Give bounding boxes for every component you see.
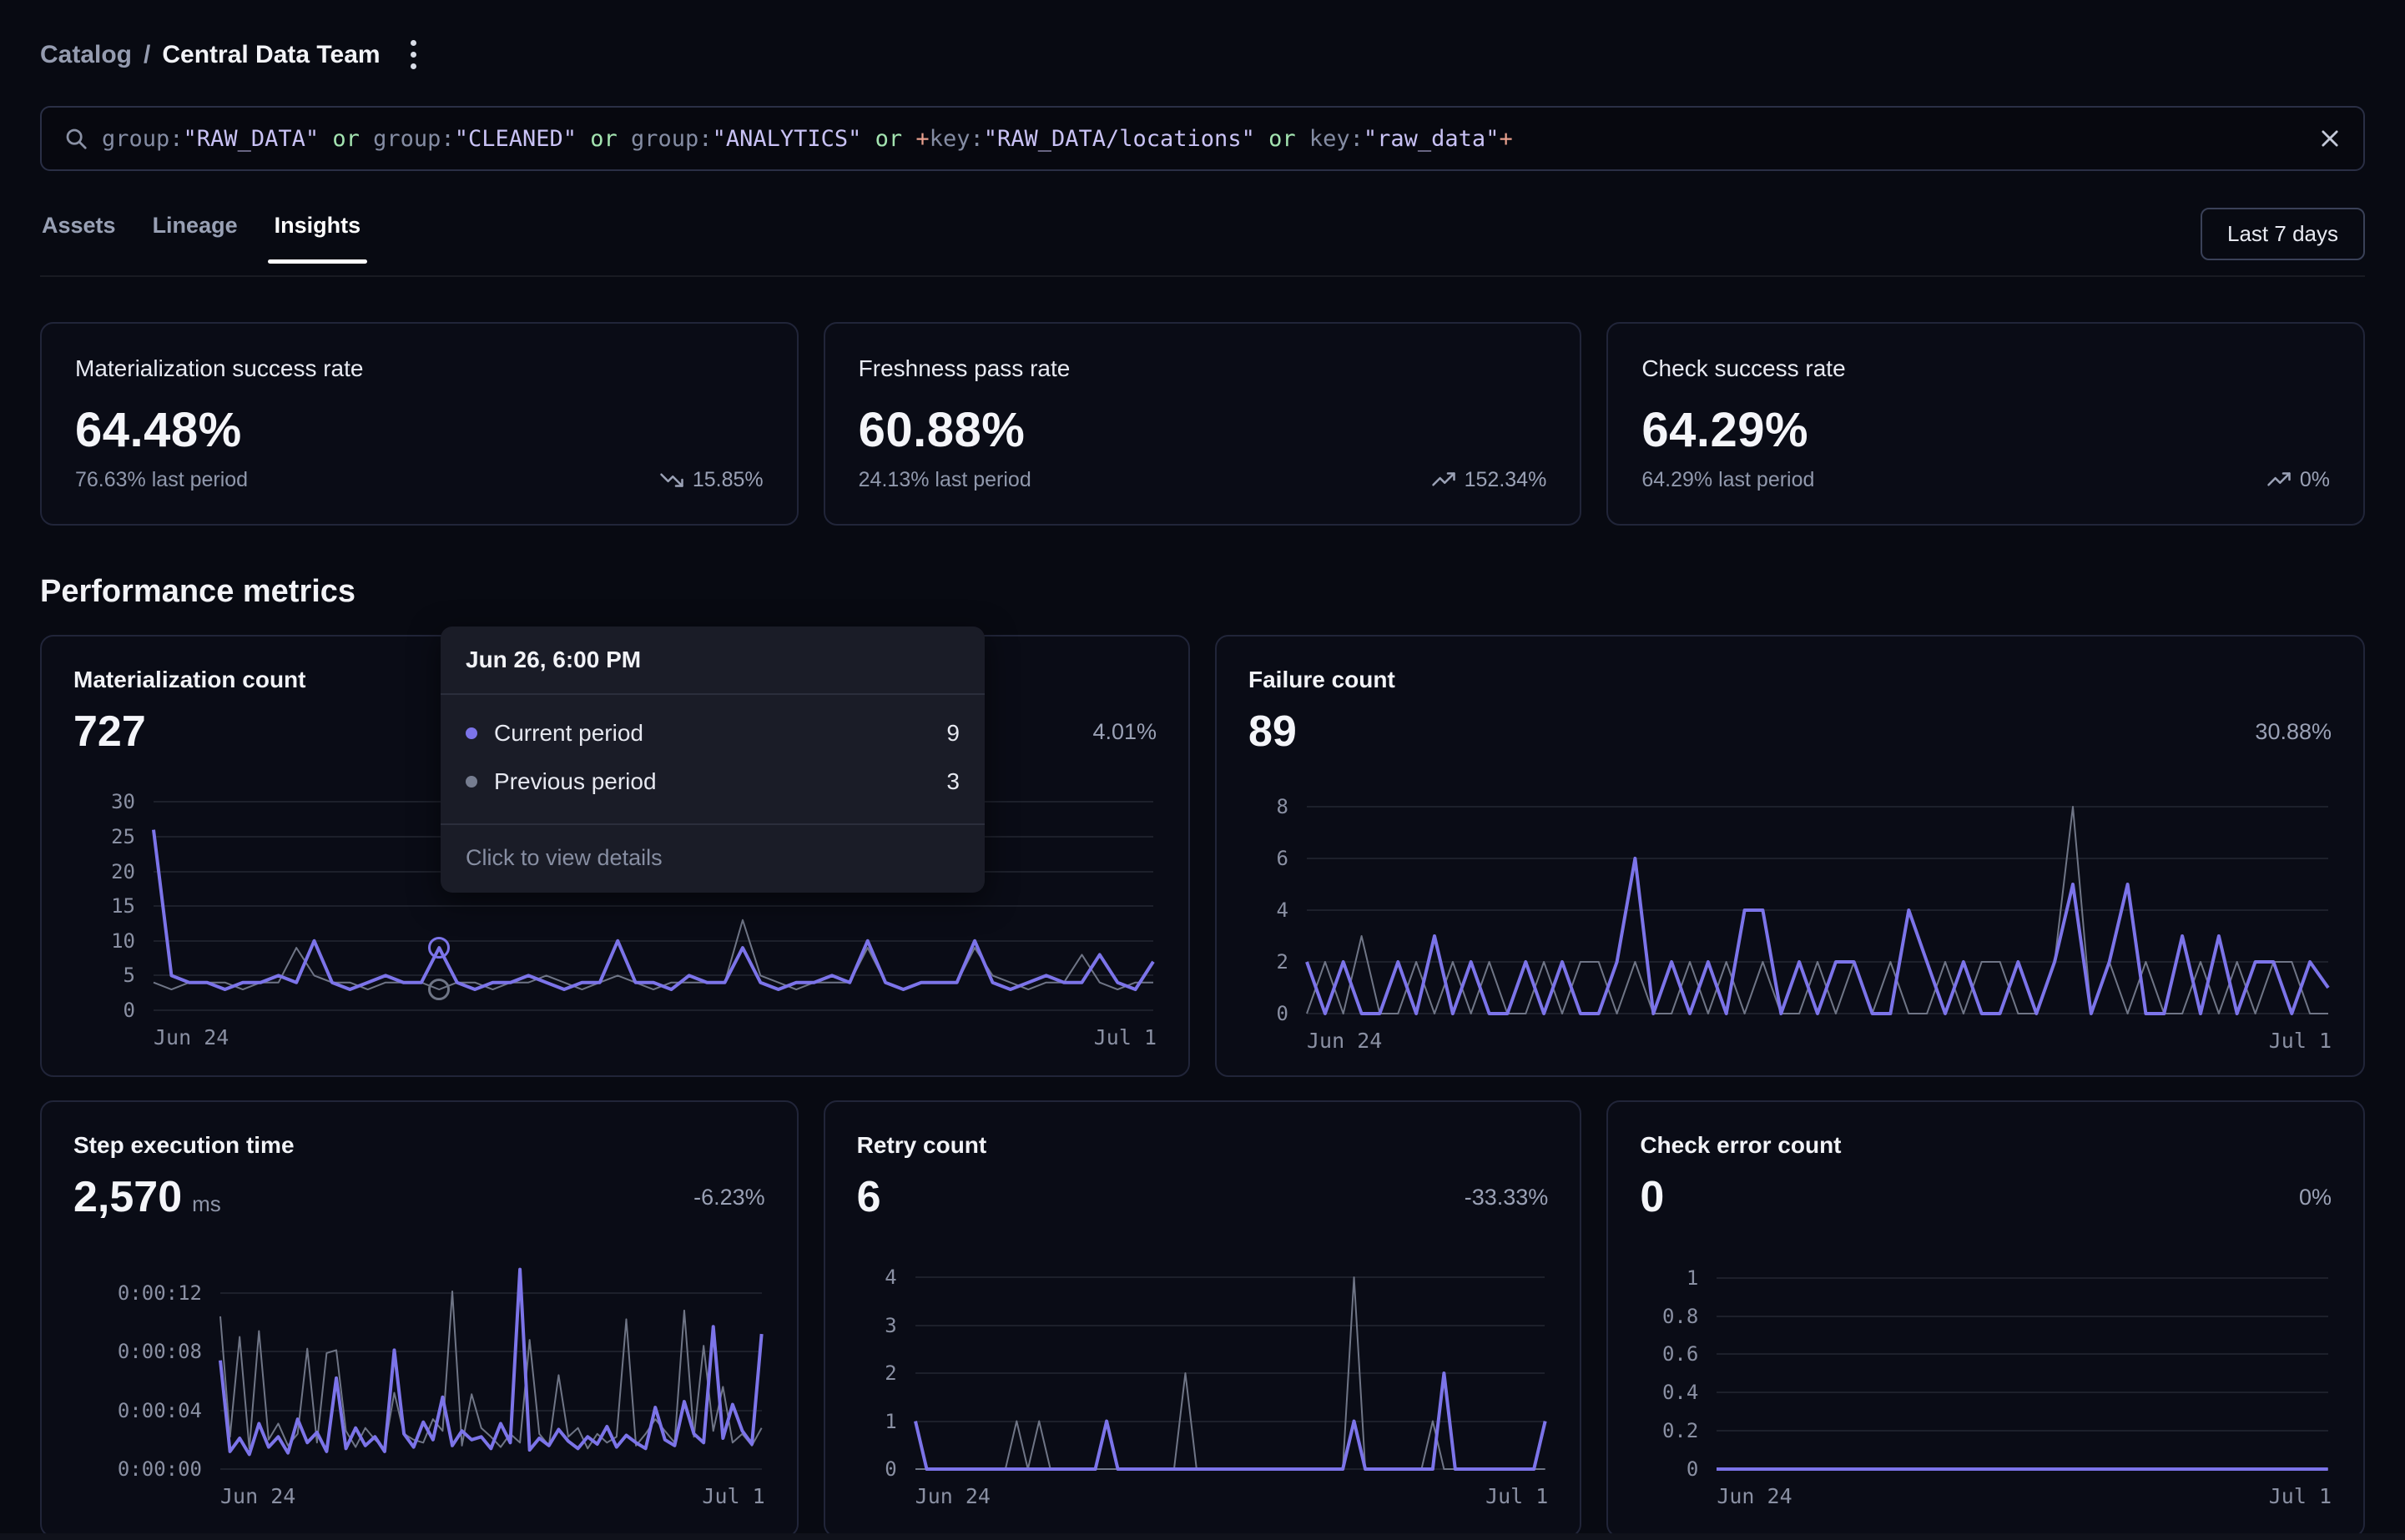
charts-row-1: Materialization count 727 4.01% 30252015… — [40, 635, 2365, 1077]
x-axis-end-label: Jul 1 — [2269, 1029, 2332, 1053]
step-execution-time-chart-card[interactable]: Step execution time 2,570 ms -6.23% 0:00… — [40, 1100, 799, 1537]
tab-assets[interactable]: Assets — [40, 208, 118, 262]
current-period-dot — [466, 727, 477, 739]
chart-value: 2,570 — [73, 1172, 182, 1222]
card-title: Materialization success rate — [75, 355, 764, 382]
materialization-count-chart-card[interactable]: Materialization count 727 4.01% 30252015… — [40, 635, 1190, 1077]
trend-indicator: 0% — [2266, 467, 2330, 492]
time-range-button[interactable]: Last 7 days — [2201, 208, 2365, 260]
trend-indicator: 152.34% — [1431, 467, 1547, 492]
last-period-text: 64.29% last period — [1641, 468, 1814, 492]
trending-up-icon — [1431, 467, 1456, 492]
x-axis-start-label: Jun 24 — [220, 1484, 295, 1508]
failure-count-chart-card[interactable]: Failure count 89 30.88% 86420 Jun 24 Jul… — [1215, 635, 2365, 1077]
trending-down-icon — [659, 467, 684, 492]
chart-value: 727 — [73, 707, 146, 757]
trend-delta: 0% — [2300, 468, 2330, 492]
card-value: 64.48% — [75, 402, 764, 458]
chart-value: 0 — [1640, 1172, 1664, 1222]
chart-title: Step execution time — [73, 1132, 765, 1159]
chart-plot[interactable]: 10.80.60.40.20 — [1717, 1261, 2328, 1469]
chart-plot[interactable]: 86420 — [1307, 795, 2328, 1014]
materialization-success-rate-card: Materialization success rate 64.48% 76.6… — [40, 322, 799, 526]
chart-delta: -33.33% — [1465, 1185, 1549, 1210]
tooltip-row-previous: Previous period 3 — [466, 768, 960, 795]
chart-delta: 0% — [2299, 1185, 2332, 1210]
trend-delta: 152.34% — [1465, 468, 1547, 492]
x-axis-end-label: Jul 1 — [2269, 1484, 2332, 1508]
retry-count-chart-card[interactable]: Retry count 6 -33.33% 43210 Jun 24 Jul 1 — [824, 1100, 1582, 1537]
x-axis-end-label: Jul 1 — [1094, 1025, 1157, 1049]
breadcrumb: Catalog / Central Data Team — [40, 33, 2365, 76]
chart-plot[interactable]: 43210 — [915, 1261, 1545, 1469]
x-axis-end-label: Jul 1 — [702, 1484, 764, 1508]
tooltip-value: 3 — [946, 768, 960, 795]
chart-value: 89 — [1248, 707, 1297, 757]
tooltip-row-current: Current period 9 — [466, 720, 960, 747]
card-title: Freshness pass rate — [859, 355, 1547, 382]
tooltip-title: Jun 26, 6:00 PM — [441, 627, 985, 695]
page-title: Central Data Team — [162, 41, 380, 69]
chart-value: 6 — [857, 1172, 881, 1222]
previous-period-dot — [466, 776, 477, 788]
tooltip-footer: Click to view details — [441, 825, 985, 893]
breadcrumb-separator: / — [144, 41, 150, 69]
trend-indicator: 15.85% — [659, 467, 764, 492]
chart-tooltip: Jun 26, 6:00 PM Current period 9 Previou… — [441, 627, 985, 893]
last-period-text: 24.13% last period — [859, 468, 1031, 492]
chart-unit: ms — [192, 1191, 221, 1217]
breadcrumb-catalog-link[interactable]: Catalog — [40, 41, 132, 69]
x-axis-start-label: Jun 24 — [915, 1484, 991, 1508]
tooltip-label: Previous period — [494, 768, 657, 795]
chart-title: Failure count — [1248, 667, 2332, 693]
freshness-pass-rate-card: Freshness pass rate 60.88% 24.13% last p… — [824, 322, 1582, 526]
chart-delta: 30.88% — [2255, 719, 2332, 745]
summary-cards-row: Materialization success rate 64.48% 76.6… — [40, 322, 2365, 526]
card-title: Check success rate — [1641, 355, 2330, 382]
search-query-text: group:"RAW_DATA" or group:"CLEANED" or g… — [102, 126, 1513, 152]
x-axis-end-label: Jul 1 — [1485, 1484, 1548, 1508]
search-icon — [63, 126, 88, 151]
tooltip-label: Current period — [494, 720, 643, 747]
bottom-edge-strip — [0, 1533, 2405, 1540]
check-success-rate-card: Check success rate 64.29% 64.29% last pe… — [1606, 322, 2365, 526]
x-axis-start-label: Jun 24 — [1717, 1484, 1792, 1508]
charts-row-2: Step execution time 2,570 ms -6.23% 0:00… — [40, 1100, 2365, 1537]
chart-title: Retry count — [857, 1132, 1549, 1159]
close-icon[interactable] — [2318, 127, 2342, 150]
trend-delta: 15.85% — [693, 468, 764, 492]
last-period-text: 76.63% last period — [75, 468, 248, 492]
search-input[interactable]: group:"RAW_DATA" or group:"CLEANED" or g… — [40, 106, 2365, 171]
tooltip-value: 9 — [946, 720, 960, 747]
chart-delta: 4.01% — [1092, 719, 1157, 745]
chart-delta: -6.23% — [693, 1185, 765, 1210]
card-value: 64.29% — [1641, 402, 2330, 458]
tab-insights[interactable]: Insights — [273, 208, 363, 262]
trending-up-icon — [2266, 467, 2292, 492]
x-axis-start-label: Jun 24 — [154, 1025, 229, 1049]
section-title: Performance metrics — [40, 574, 2365, 610]
kebab-menu-icon[interactable] — [402, 33, 425, 76]
tabs-bar: Assets Lineage Insights Last 7 days — [40, 208, 2365, 277]
chart-plot[interactable]: 0:00:120:00:080:00:040:00:00 — [220, 1261, 762, 1469]
card-value: 60.88% — [859, 402, 1547, 458]
tab-lineage[interactable]: Lineage — [151, 208, 239, 262]
insights-page: Catalog / Central Data Team group:"RAW_D… — [0, 0, 2405, 1540]
check-error-count-chart-card[interactable]: Check error count 0 0% 10.80.60.40.20 Ju… — [1606, 1100, 2365, 1537]
x-axis-start-label: Jun 24 — [1307, 1029, 1382, 1053]
chart-title: Check error count — [1640, 1132, 2332, 1159]
